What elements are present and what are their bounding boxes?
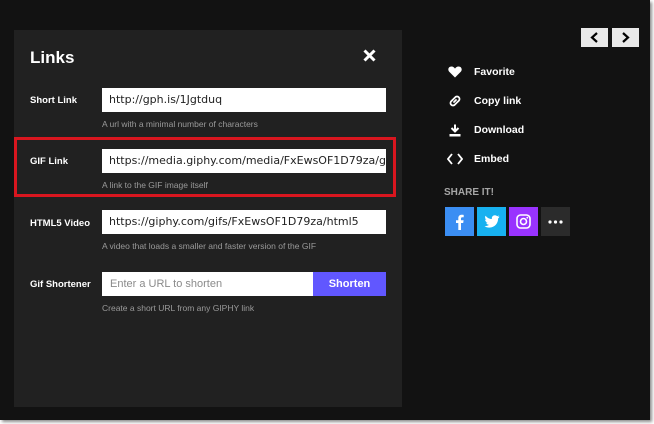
shorten-button[interactable]: Shorten <box>313 272 386 296</box>
download-button[interactable]: Download <box>446 123 524 137</box>
close-icon <box>363 49 376 62</box>
links-modal: Links Short Link http://gph.is/1Jgtduq A… <box>14 30 402 407</box>
download-icon <box>446 123 464 137</box>
chevron-right-icon <box>622 32 630 43</box>
next-gif-button[interactable] <box>612 28 639 47</box>
short-link-help: A url with a minimal number of character… <box>102 119 258 129</box>
short-link-field[interactable]: http://gph.is/1Jgtduq <box>102 88 386 112</box>
previous-gif-button[interactable] <box>581 28 608 47</box>
favorite-label: Favorite <box>474 66 515 78</box>
heart-icon <box>446 65 464 79</box>
modal-title: Links <box>30 48 75 67</box>
giphy-share-window: Links Short Link http://gph.is/1Jgtduq A… <box>0 0 650 420</box>
favorite-button[interactable]: Favorite <box>446 65 515 79</box>
short-link-label: Short Link <box>30 95 77 106</box>
download-label: Download <box>474 124 525 136</box>
gif-navigation <box>581 28 639 47</box>
facebook-icon <box>456 214 464 230</box>
instagram-share-button[interactable] <box>509 207 538 236</box>
copy-link-button[interactable]: Copy link <box>446 94 521 108</box>
twitter-share-button[interactable] <box>477 207 506 236</box>
gif-link-label: GIF Link <box>30 156 68 167</box>
html5-video-field[interactable]: https://giphy.com/gifs/FxEwsOF1D79za/htm… <box>102 210 386 234</box>
shorten-url-input[interactable]: Enter a URL to shorten <box>102 272 313 296</box>
gif-link-field[interactable]: https://media.giphy.com/media/FxEwsOF1D7… <box>102 149 386 173</box>
html5-video-label: HTML5 Video <box>30 218 90 229</box>
gif-shortener-label: Gif Shortener <box>30 279 91 290</box>
twitter-icon <box>484 215 499 228</box>
close-button[interactable] <box>363 46 376 66</box>
more-share-button[interactable] <box>541 207 570 236</box>
html5-video-help: A video that loads a smaller and faster … <box>102 241 317 251</box>
link-icon <box>446 94 464 108</box>
share-title: SHARE IT! <box>444 187 494 198</box>
share-buttons <box>445 207 570 236</box>
embed-button[interactable]: Embed <box>446 152 509 166</box>
facebook-share-button[interactable] <box>445 207 474 236</box>
copy-link-label: Copy link <box>474 95 522 107</box>
embed-label: Embed <box>474 153 510 165</box>
instagram-icon <box>516 214 531 229</box>
gif-shortener-help: Create a short URL from any GIPHY link <box>102 303 255 313</box>
chevron-left-icon <box>590 32 598 43</box>
code-brackets-icon <box>446 152 464 166</box>
gif-link-help: A link to the GIF image itself <box>102 180 208 190</box>
more-icon <box>548 219 563 224</box>
